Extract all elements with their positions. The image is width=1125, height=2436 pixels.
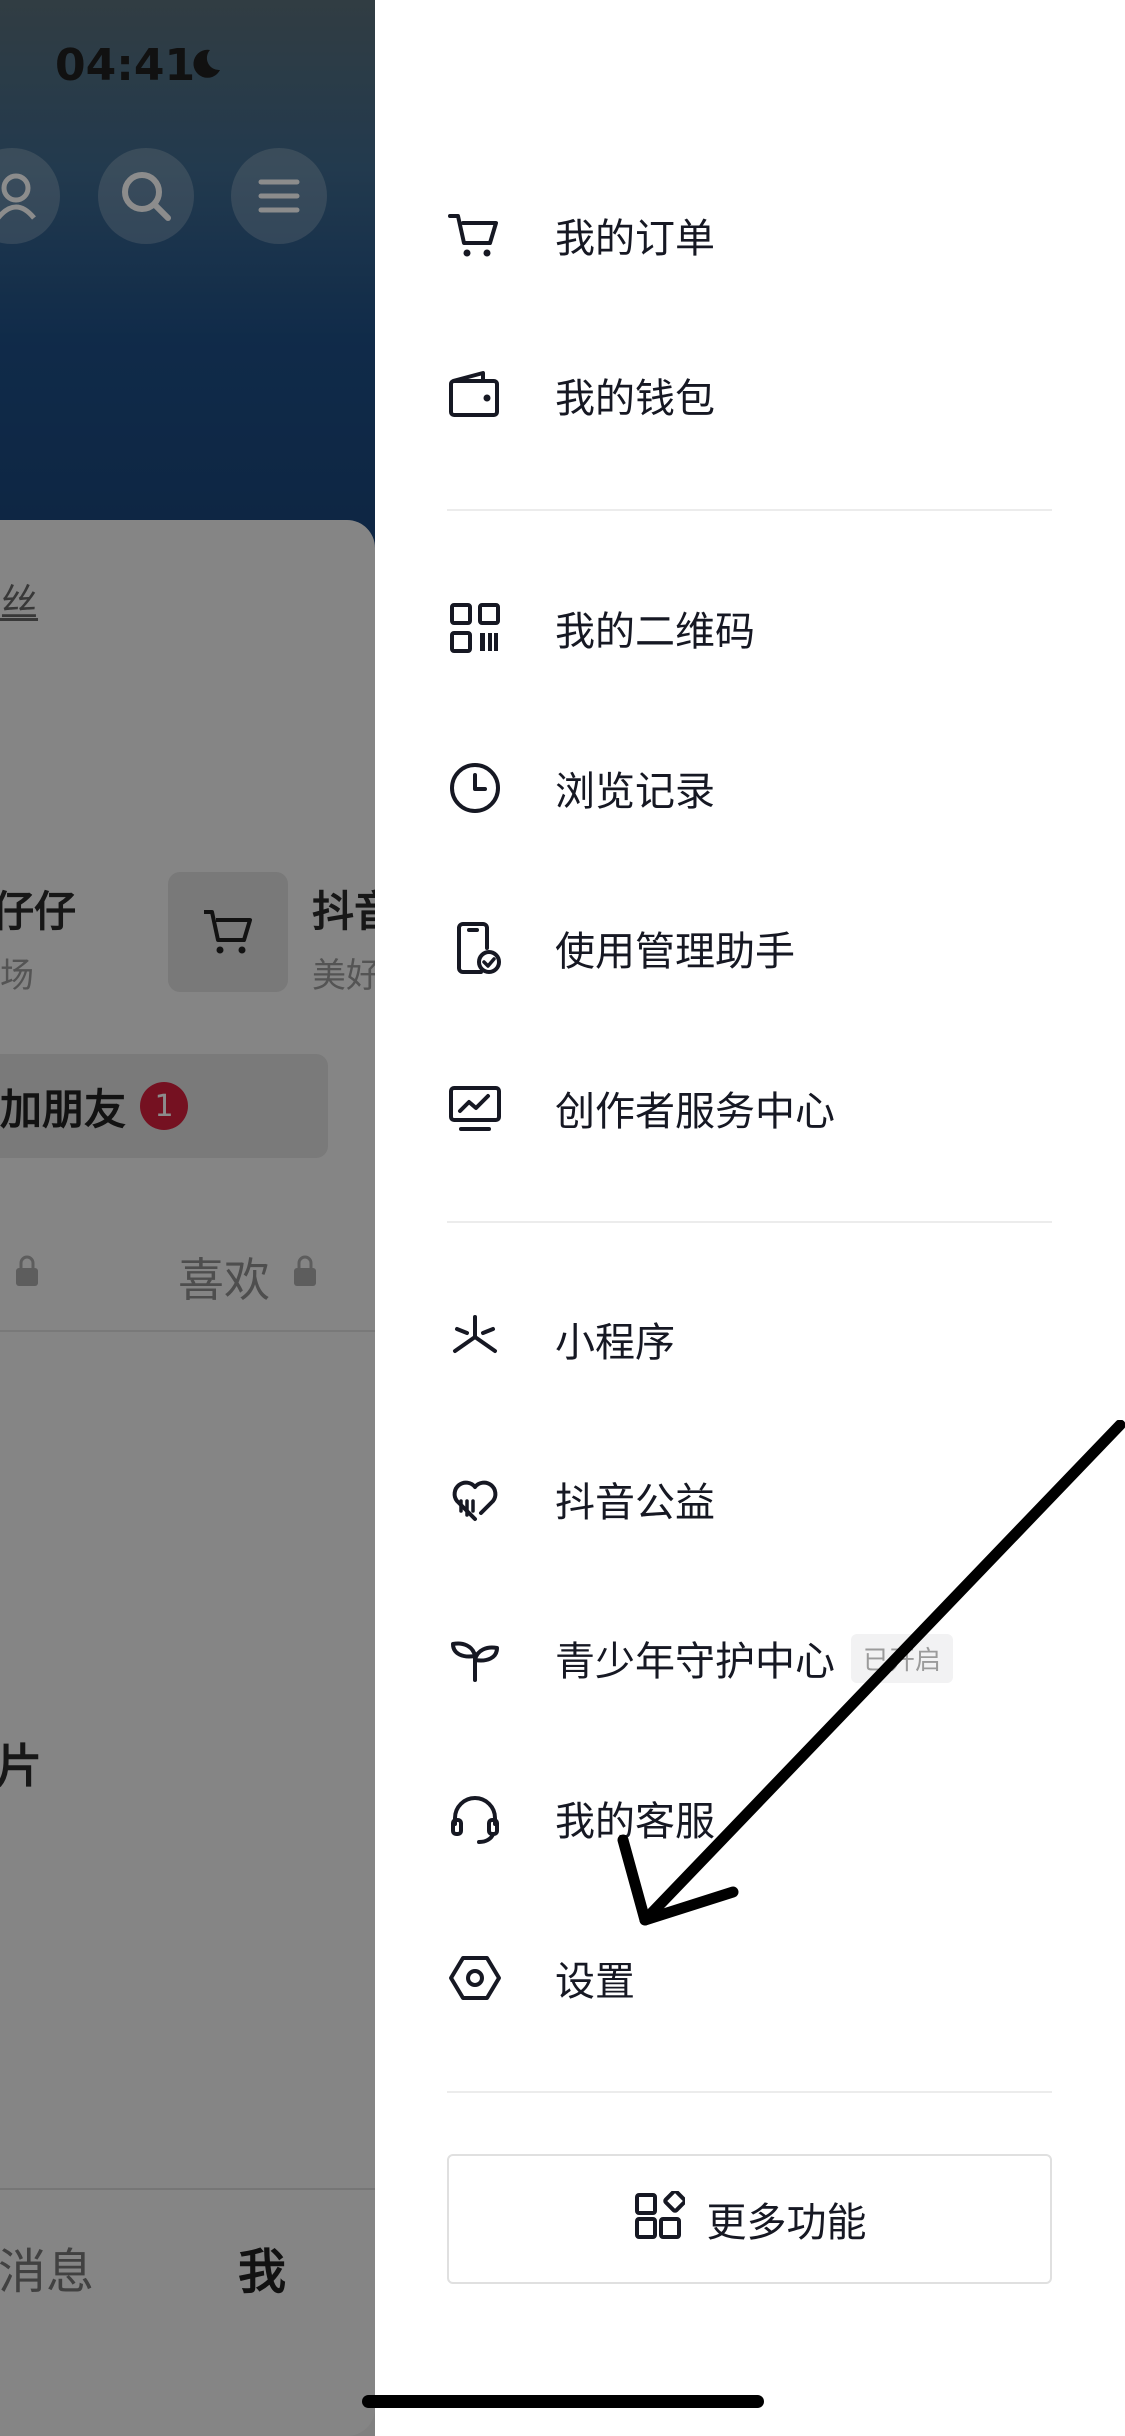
menu-item-wallet[interactable]: 我的钱包 <box>447 340 1047 450</box>
menu-item-label: 使用管理助手 <box>555 929 795 975</box>
menu-item-label: 我的钱包 <box>555 376 715 422</box>
more-features-label: 更多功能 <box>706 2200 867 2246</box>
qrcode-icon <box>447 600 503 656</box>
menu-item-history[interactable]: 浏览记录 <box>447 733 1047 843</box>
menu-divider <box>447 509 1052 511</box>
cart-icon <box>447 207 503 263</box>
monitor-chart-icon <box>447 1080 503 1136</box>
phone-check-icon <box>447 920 503 976</box>
menu-item-mini-programs[interactable]: 小程序 <box>447 1284 1047 1394</box>
mini-program-icon <box>447 1311 503 1367</box>
headset-icon <box>447 1790 503 1846</box>
annotation-arrow <box>617 1420 1125 1926</box>
moon-icon <box>188 46 224 86</box>
menu-item-usage-manager[interactable]: 使用管理助手 <box>447 893 1047 1003</box>
home-indicator[interactable] <box>362 2395 764 2408</box>
menu-divider <box>447 1221 1052 1223</box>
menu-item-label: 创作者服务中心 <box>555 1089 835 1135</box>
more-features-button[interactable]: 更多功能 <box>447 2154 1052 2284</box>
dim-overlay[interactable] <box>0 0 375 2436</box>
grid-apps-icon <box>633 2189 687 2247</box>
wallet-icon <box>447 367 503 423</box>
menu-item-label: 我的订单 <box>555 216 715 262</box>
menu-item-label: 设置 <box>555 1959 635 2005</box>
menu-item-orders[interactable]: 我的订单 <box>447 180 1047 290</box>
heart-charity-icon <box>447 1471 503 1527</box>
status-time: 04:41 <box>55 40 196 91</box>
background-profile-page: 丝 仔仔 场 抖音 美好 加朋友 1 喜欢 片 消息 我 <box>0 0 375 2436</box>
menu-item-creator-center[interactable]: 创作者服务中心 <box>447 1053 1047 1163</box>
menu-divider <box>447 2091 1052 2093</box>
menu-item-label: 小程序 <box>555 1320 675 1366</box>
menu-item-qrcode[interactable]: 我的二维码 <box>447 573 1047 683</box>
settings-hexagon-icon <box>447 1950 503 2006</box>
menu-item-label: 浏览记录 <box>555 769 715 815</box>
clock-icon <box>447 760 503 816</box>
menu-item-label: 我的二维码 <box>555 609 755 655</box>
side-drawer-menu: 我的订单 我的钱包 我的二维码 浏览记录 使用管理助手 创作者服务中心 小程序 … <box>375 0 1125 2436</box>
sprout-icon <box>447 1630 503 1686</box>
